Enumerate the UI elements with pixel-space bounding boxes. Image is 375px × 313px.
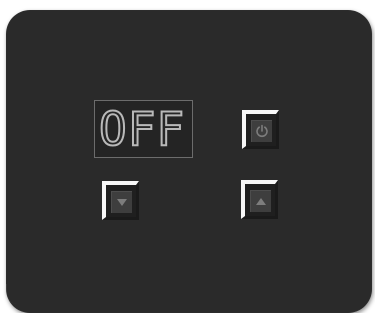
decrease-button-face[interactable]	[111, 191, 132, 213]
control-panel	[6, 10, 372, 313]
power-button-face[interactable]	[251, 120, 272, 142]
decrease-button[interactable]	[102, 181, 139, 220]
increase-button-face[interactable]	[250, 190, 271, 212]
panel-corner-detail	[6, 284, 17, 304]
status-display: OFF	[94, 100, 193, 158]
display-text: OFF	[98, 102, 186, 156]
power-icon	[255, 124, 268, 138]
increase-button[interactable]	[241, 180, 278, 219]
arrow-up-icon	[255, 197, 266, 205]
power-button[interactable]	[242, 110, 279, 149]
arrow-down-icon	[116, 198, 127, 206]
